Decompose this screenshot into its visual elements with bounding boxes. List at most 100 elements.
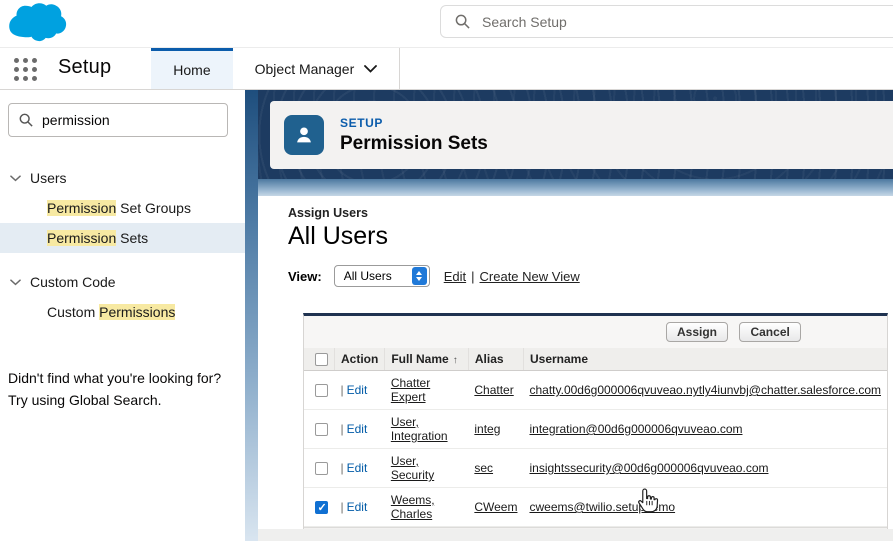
col-username[interactable]: Username [523, 348, 887, 371]
username-link[interactable]: cweems@twilio.setupdemo [529, 500, 675, 514]
setup-tree: Users Permission Set Groups Permission S… [0, 163, 245, 327]
view-links: Edit | Create New View [444, 269, 580, 284]
select-all-checkbox[interactable] [315, 353, 328, 366]
page-header-banner: SETUP Permission Sets [258, 90, 893, 196]
cancel-button-top[interactable]: Cancel [739, 322, 800, 342]
item-highlight: Permission [47, 200, 116, 216]
help-line-1: Didn't find what you're looking for? [8, 367, 235, 389]
edit-view-link[interactable]: Edit [444, 269, 466, 284]
tree-section-label: Custom Code [30, 274, 116, 290]
view-select[interactable]: All Users [334, 265, 430, 287]
chevron-down-icon [10, 279, 21, 286]
alias-link[interactable]: sec [474, 461, 493, 475]
view-label: View: [288, 269, 322, 284]
view-selector-row: View: All Users Edit | Create New View [288, 265, 893, 287]
tree-section-users[interactable]: Users [0, 163, 245, 193]
user-icon [293, 124, 315, 146]
item-highlight: Permissions [99, 304, 175, 320]
alias-link[interactable]: integ [474, 422, 500, 436]
row-checkbox[interactable] [315, 501, 328, 514]
tab-object-manager[interactable]: Object Manager [233, 48, 400, 89]
full-name-link[interactable]: User, Security [391, 454, 434, 482]
global-header [0, 0, 893, 47]
pipe-separator: | [341, 500, 344, 514]
table-header-row: Action Full Name ↑ Alias Username [304, 348, 887, 371]
tree-section-label: Users [30, 170, 67, 186]
full-name-link[interactable]: Chatter Expert [391, 376, 430, 404]
help-line-2: Try using Global Search. [8, 389, 235, 411]
link-separator: | [471, 269, 474, 284]
full-name-link[interactable]: Weems, Charles [391, 493, 435, 521]
salesforce-setup-screen: Setup Home Object Manager [0, 0, 893, 541]
page-title: Permission Sets [340, 133, 488, 155]
background-strip [245, 90, 258, 541]
row-checkbox[interactable] [315, 423, 328, 436]
select-stepper-icon [412, 267, 427, 285]
sidebar-search-box[interactable] [8, 103, 228, 137]
pipe-separator: | [341, 422, 344, 436]
sidebar-help-text: Didn't find what you're looking for? Try… [8, 367, 235, 411]
setup-eyebrow: SETUP [340, 116, 488, 130]
sort-asc-icon: ↑ [453, 355, 458, 366]
tab-object-manager-label: Object Manager [255, 61, 355, 77]
item-text: Custom [47, 304, 99, 320]
tab-home[interactable]: Home [151, 48, 232, 89]
section-subtitle: Assign Users [288, 206, 893, 220]
app-name: Setup [58, 56, 111, 89]
row-checkbox[interactable] [315, 384, 328, 397]
create-new-view-link[interactable]: Create New View [480, 269, 580, 284]
assign-button-top[interactable]: Assign [666, 322, 728, 342]
app-launcher-icon[interactable] [14, 58, 40, 82]
chevron-down-icon [364, 65, 377, 73]
edit-link[interactable]: Edit [347, 383, 368, 397]
full-name-link[interactable]: User, Integration [391, 415, 448, 443]
table-row: |Edit User, Integration integ integratio… [304, 410, 887, 449]
item-text: Set Groups [116, 200, 191, 216]
view-select-value: All Users [344, 269, 392, 283]
main-content: SETUP Permission Sets Assign Users All U… [258, 90, 893, 541]
salesforce-logo-icon [6, 2, 68, 44]
username-link[interactable]: chatty.00d6g000006qvuveao.nytly4iunvbj@c… [529, 383, 881, 397]
item-text: Sets [116, 230, 148, 246]
pipe-separator: | [341, 383, 344, 397]
table-row: |Edit User, Security sec insightssecurit… [304, 449, 887, 488]
setup-navbar: Setup Home Object Manager [0, 47, 893, 90]
row-checkbox[interactable] [315, 462, 328, 475]
chevron-down-icon [10, 175, 21, 182]
alias-link[interactable]: CWeem [474, 500, 517, 514]
search-icon [455, 14, 470, 29]
edit-link[interactable]: Edit [347, 461, 368, 475]
sidebar-item-permission-set-groups[interactable]: Permission Set Groups [0, 193, 245, 223]
sidebar-item-permission-sets[interactable]: Permission Sets [0, 223, 245, 253]
col-action[interactable]: Action [335, 348, 385, 371]
username-link[interactable]: integration@00d6g000006qvuveao.com [529, 422, 742, 436]
setup-sidebar: Users Permission Set Groups Permission S… [0, 90, 245, 541]
users-table: Action Full Name↑ Alias Username |Edit C… [304, 348, 887, 527]
sidebar-item-custom-permissions[interactable]: Custom Permissions [0, 297, 245, 327]
global-search-box[interactable] [440, 5, 893, 38]
col-alias[interactable]: Alias [468, 348, 523, 371]
tab-divider [399, 48, 400, 89]
table-row: |Edit Chatter Expert Chatter chatty.00d6… [304, 371, 887, 410]
global-search-input[interactable] [482, 14, 782, 30]
tab-home-label: Home [173, 62, 210, 78]
username-link[interactable]: insightssecurity@00d6g000006qvuveao.com [529, 461, 768, 475]
page-header-card: SETUP Permission Sets [270, 101, 893, 169]
permission-sets-icon [284, 115, 324, 155]
edit-link[interactable]: Edit [347, 500, 368, 514]
search-icon [19, 113, 33, 127]
list-view-title: All Users [288, 222, 893, 251]
select-all-header[interactable] [304, 348, 335, 371]
alias-link[interactable]: Chatter [474, 383, 513, 397]
table-row: |Edit Weems, Charles CWeem cweems@twilio… [304, 488, 887, 527]
assign-users-section: Assign Users All Users View: All Users E… [258, 196, 893, 541]
nav-tabs: Home Object Manager [151, 48, 400, 89]
col-full-name-label: Full Name [391, 352, 448, 366]
footer-strip [258, 529, 893, 541]
sidebar-search-input[interactable] [42, 112, 202, 128]
banner-gradient [258, 179, 893, 196]
col-full-name[interactable]: Full Name ↑ [385, 348, 469, 371]
tree-section-custom-code[interactable]: Custom Code [0, 267, 245, 297]
edit-link[interactable]: Edit [347, 422, 368, 436]
top-button-row: Assign Cancel [304, 316, 887, 348]
